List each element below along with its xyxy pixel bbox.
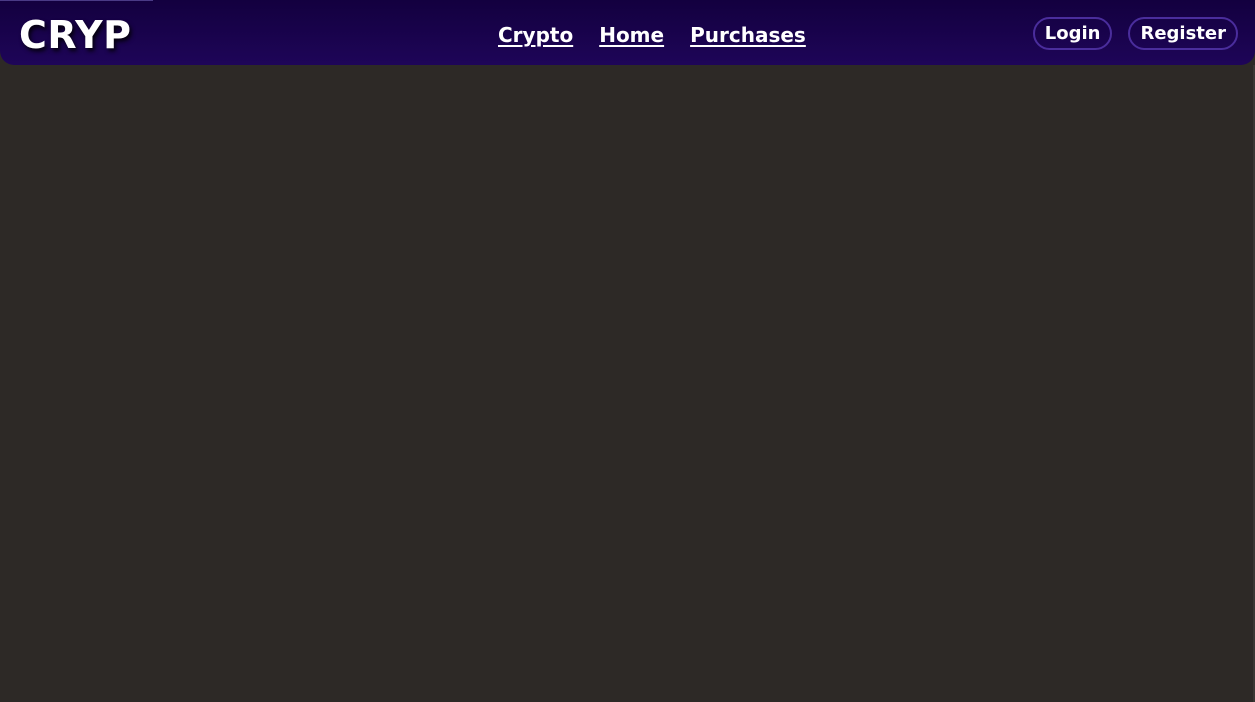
main-nav: Crypto Home Purchases	[498, 20, 806, 50]
top-navbar: CRYP Crypto Home Purchases Login Registe…	[0, 0, 1255, 65]
main-content-area	[0, 65, 1255, 702]
register-button[interactable]: Register	[1128, 17, 1238, 50]
navbar-accent-line	[0, 0, 153, 1]
nav-link-crypto[interactable]: Crypto	[498, 21, 573, 49]
login-button[interactable]: Login	[1032, 17, 1113, 50]
brand-logo[interactable]: CRYP	[19, 12, 131, 58]
page: CRYP Crypto Home Purchases Login Registe…	[0, 0, 1255, 702]
auth-buttons: Login Register	[1032, 17, 1238, 50]
nav-link-home[interactable]: Home	[599, 21, 664, 49]
nav-link-purchases[interactable]: Purchases	[690, 21, 806, 49]
